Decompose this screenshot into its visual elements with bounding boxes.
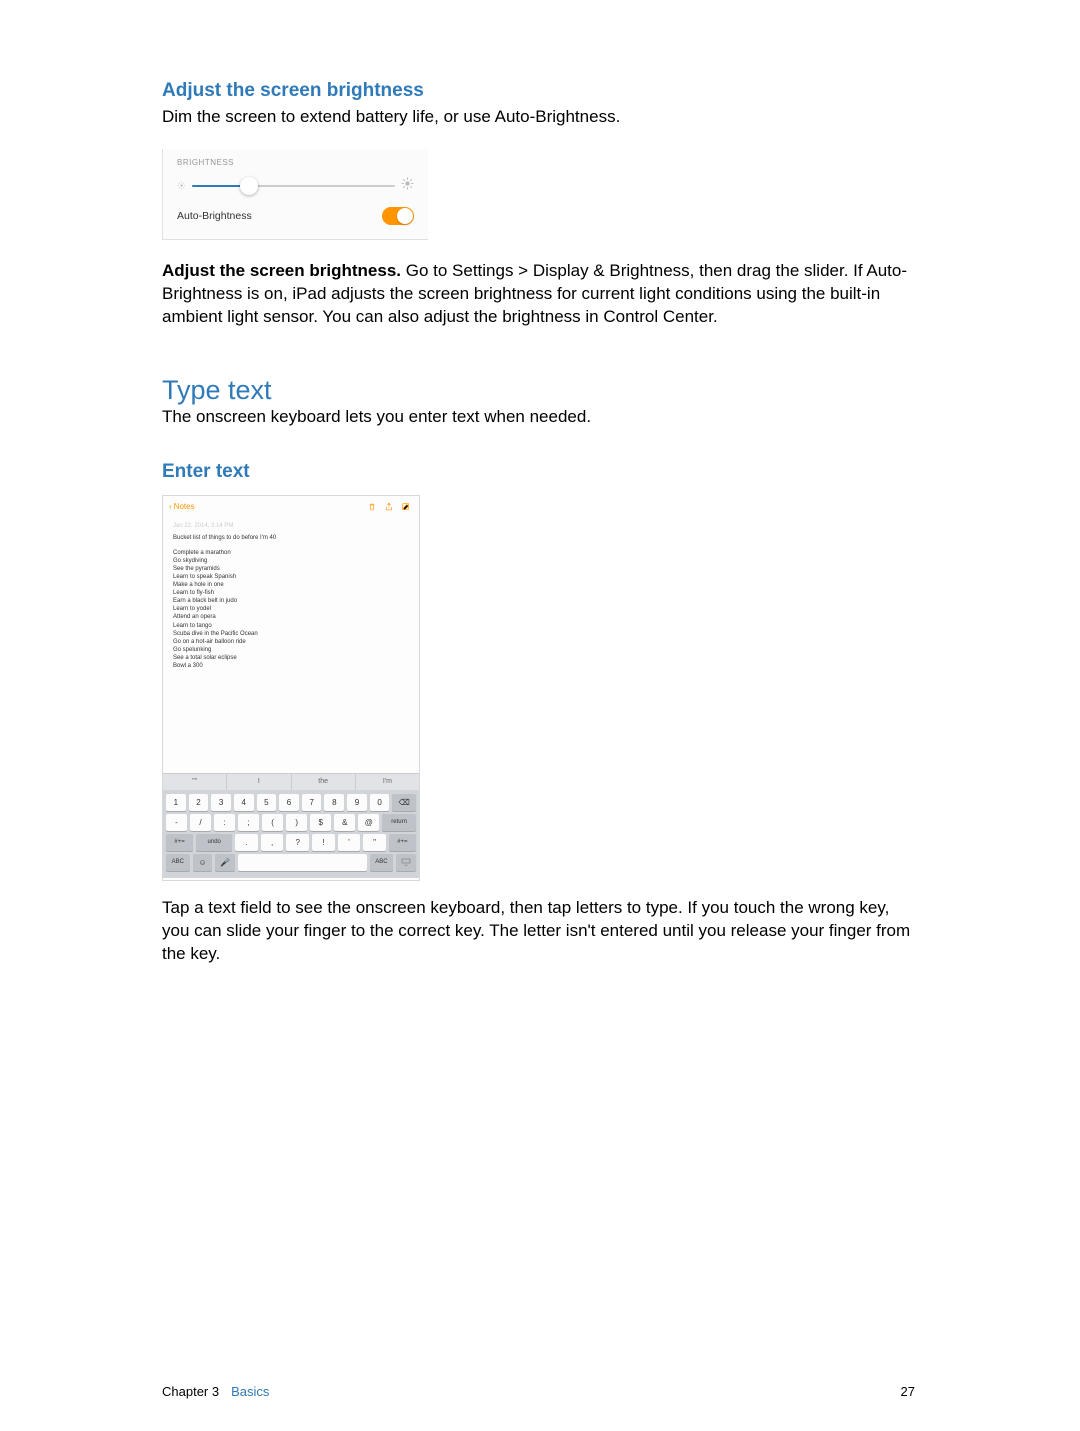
keyboard-key[interactable]: 5 bbox=[257, 794, 277, 811]
compose-icon[interactable] bbox=[401, 502, 411, 512]
subsection-heading-brightness: Adjust the screen brightness bbox=[162, 80, 915, 102]
keyboard-key[interactable]: 6 bbox=[279, 794, 299, 811]
keyboard-suggestion[interactable]: I'm bbox=[356, 774, 419, 790]
list-item: Learn to yodel bbox=[173, 605, 409, 613]
list-item: Attend an opera bbox=[173, 613, 409, 621]
keyboard-key[interactable]: ' bbox=[338, 834, 361, 851]
list-item: Go on a hot-air balloon ride bbox=[173, 638, 409, 646]
hide-keyboard-icon[interactable] bbox=[396, 854, 416, 871]
keyboard-key[interactable]: 9 bbox=[347, 794, 367, 811]
keyboard-key[interactable]: 8 bbox=[324, 794, 344, 811]
keyboard-key[interactable]: " bbox=[363, 834, 386, 851]
keyboard-key[interactable]: $ bbox=[310, 814, 331, 831]
keyboard-key[interactable]: ☺ bbox=[193, 854, 213, 871]
keyboard-key[interactable]: : bbox=[214, 814, 235, 831]
keyboard-key[interactable]: , bbox=[261, 834, 284, 851]
keyboard-key[interactable]: ABC bbox=[166, 854, 190, 871]
notes-title: Bucket list of things to do before I'm 4… bbox=[173, 535, 409, 541]
onscreen-keyboard: ""ItheI'm 1234567890⌫ -/:;()$&@return #+… bbox=[163, 773, 419, 880]
slider-track[interactable] bbox=[192, 185, 395, 187]
keyboard-key[interactable]: . bbox=[235, 834, 258, 851]
keyboard-key[interactable]: ( bbox=[262, 814, 283, 831]
sun-small-icon bbox=[177, 177, 186, 195]
keyboard-key[interactable] bbox=[238, 854, 366, 871]
keyboard-key[interactable]: #+= bbox=[389, 834, 416, 851]
keyboard-key[interactable]: 0 bbox=[370, 794, 390, 811]
keyboard-key[interactable]: ? bbox=[286, 834, 309, 851]
keyboard-key[interactable]: return bbox=[382, 814, 416, 831]
notes-back-label: Notes bbox=[174, 502, 195, 511]
keyboard-key[interactable]: 7 bbox=[302, 794, 322, 811]
page-footer: Chapter 3 Basics 27 bbox=[162, 1384, 915, 1399]
notes-timestamp: Jan 22, 2014, 3:14 PM bbox=[173, 523, 409, 529]
list-item: See a total solar eclipse bbox=[173, 654, 409, 662]
keyboard-key[interactable]: #+= bbox=[166, 834, 193, 851]
keyboard-suggestion[interactable]: the bbox=[292, 774, 356, 790]
list-item: Make a hole in one bbox=[173, 581, 409, 589]
list-item: Learn to tango bbox=[173, 622, 409, 630]
keyboard-key[interactable]: & bbox=[334, 814, 355, 831]
notes-screenshot: ‹ Notes Jan 22, 2014, 3:14 PM Bucket lis… bbox=[162, 495, 420, 881]
keyboard-key[interactable]: / bbox=[190, 814, 211, 831]
footer-page-number: 27 bbox=[901, 1384, 915, 1399]
keyboard-key[interactable]: ) bbox=[286, 814, 307, 831]
type-text-intro: The onscreen keyboard lets you enter tex… bbox=[162, 406, 915, 429]
auto-brightness-toggle[interactable] bbox=[382, 207, 414, 225]
list-item: See the pyramids bbox=[173, 565, 409, 573]
keyboard-suggestion[interactable]: I bbox=[227, 774, 291, 790]
sun-large-icon bbox=[401, 177, 414, 195]
keyboard-key[interactable]: 🎤 bbox=[215, 854, 235, 871]
brightness-paragraph: Adjust the screen brightness. Go to Sett… bbox=[162, 260, 915, 329]
keyboard-key[interactable]: 4 bbox=[234, 794, 254, 811]
brightness-panel-label: BRIGHTNESS bbox=[177, 158, 414, 167]
keyboard-key[interactable]: 3 bbox=[211, 794, 231, 811]
slider-thumb[interactable] bbox=[240, 177, 258, 195]
notes-back-button[interactable]: ‹ Notes bbox=[169, 502, 195, 511]
share-icon[interactable] bbox=[384, 502, 394, 512]
list-item: Earn a black belt in judo bbox=[173, 597, 409, 605]
auto-brightness-label: Auto-Brightness bbox=[177, 210, 252, 222]
brightness-slider[interactable] bbox=[177, 177, 414, 195]
keyboard-key[interactable]: 1 bbox=[166, 794, 186, 811]
keyboard-key[interactable]: @ bbox=[358, 814, 379, 831]
keyboard-key[interactable]: ; bbox=[238, 814, 259, 831]
keyboard-key[interactable]: ABC bbox=[370, 854, 394, 871]
keyboard-suggestion[interactable]: "" bbox=[163, 774, 227, 790]
keyboard-suggestions: ""ItheI'm bbox=[163, 773, 419, 790]
chevron-left-icon: ‹ bbox=[169, 502, 172, 511]
list-item: Learn to speak Spanish bbox=[173, 573, 409, 581]
list-item: Complete a marathon bbox=[173, 549, 409, 557]
subsection-heading-enter-text: Enter text bbox=[162, 461, 915, 483]
trash-icon[interactable] bbox=[367, 502, 377, 512]
list-item: Learn to fly-fish bbox=[173, 589, 409, 597]
list-item: Bowl a 300 bbox=[173, 662, 409, 670]
list-item: Go spelunking bbox=[173, 646, 409, 654]
brightness-panel: BRIGHTNESS Auto-Brightness bbox=[162, 149, 428, 240]
footer-chapter: Chapter 3 bbox=[162, 1384, 219, 1399]
notes-list: Complete a marathonGo skydivingSee the p… bbox=[173, 549, 409, 670]
keyboard-key[interactable]: undo bbox=[196, 834, 232, 851]
footer-section: Basics bbox=[231, 1384, 269, 1399]
enter-text-paragraph: Tap a text field to see the onscreen key… bbox=[162, 897, 915, 966]
brightness-bold: Adjust the screen brightness. bbox=[162, 261, 401, 280]
section-heading-type-text: Type text bbox=[162, 375, 915, 406]
brightness-intro: Dim the screen to extend battery life, o… bbox=[162, 106, 915, 129]
list-item: Go skydiving bbox=[173, 557, 409, 565]
list-item: Scuba dive in the Pacific Ocean bbox=[173, 630, 409, 638]
keyboard-key[interactable]: 2 bbox=[189, 794, 209, 811]
keyboard-key[interactable]: ⌫ bbox=[392, 794, 416, 811]
keyboard-key[interactable]: ! bbox=[312, 834, 335, 851]
keyboard-key[interactable]: - bbox=[166, 814, 187, 831]
